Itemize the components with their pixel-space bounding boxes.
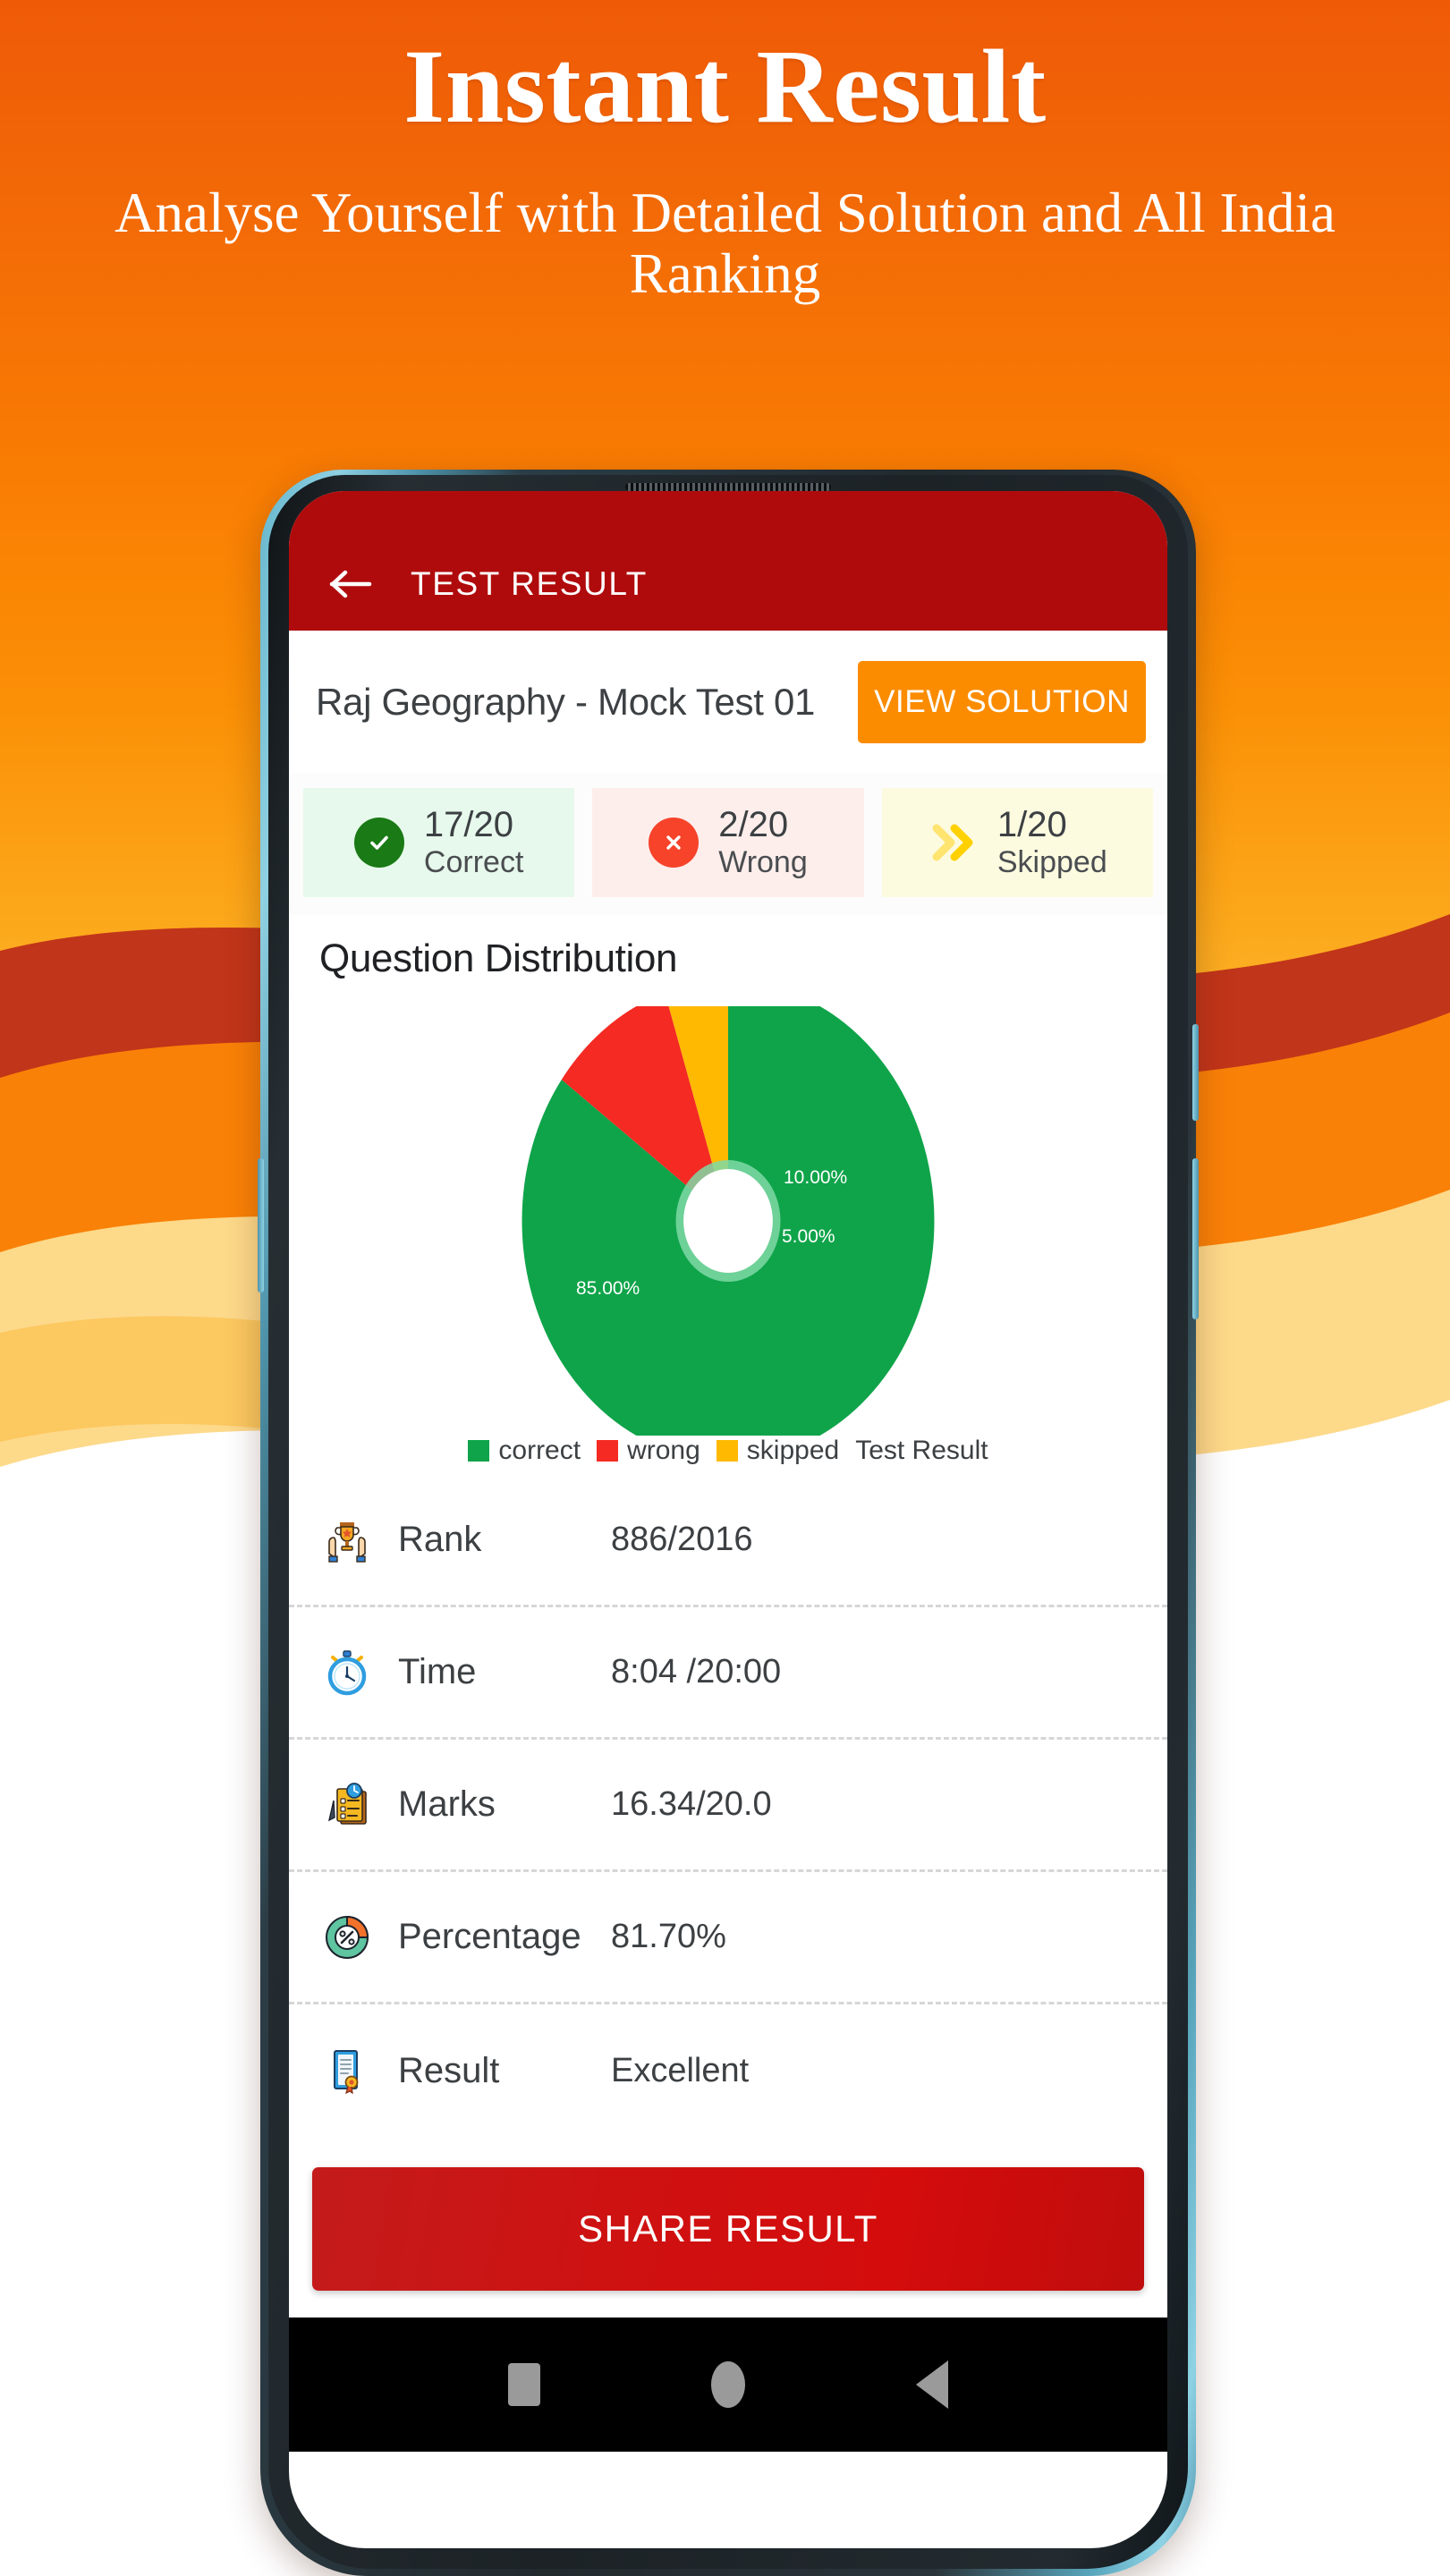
stat-count: 2/20 bbox=[718, 805, 789, 845]
square-icon[interactable] bbox=[508, 2363, 541, 2406]
back-arrow-icon[interactable] bbox=[326, 559, 377, 609]
phone-mockup: TEST RESULT Raj Geography - Mock Test 01… bbox=[258, 470, 1199, 2576]
clipboard-timer-icon bbox=[319, 1777, 375, 1833]
legend-label: wrong bbox=[627, 1436, 700, 1465]
question-distribution-section: Question Distribution 10.00% 5.00% 85.00… bbox=[289, 915, 1167, 1475]
legend-label: correct bbox=[498, 1436, 581, 1465]
stat-row-value: 16.34/20.0 bbox=[611, 1785, 772, 1823]
donut-label-wrong: 10.00% bbox=[784, 1167, 847, 1188]
app-bar: TEST RESULT bbox=[289, 491, 1167, 631]
stat-count: 17/20 bbox=[423, 805, 514, 845]
stat-card-wrong[interactable]: 2/20 Wrong bbox=[592, 788, 864, 897]
table-row: Marks 16.34/20.0 bbox=[289, 1740, 1167, 1872]
table-row: Rank 886/2016 bbox=[289, 1475, 1167, 1607]
stat-row-value: 8:04 /20:00 bbox=[611, 1653, 782, 1690]
donut-label-correct: 85.00% bbox=[576, 1278, 640, 1299]
legend-item-correct[interactable]: correct bbox=[468, 1436, 581, 1466]
stat-card-skipped[interactable]: 1/20 Skipped bbox=[881, 788, 1153, 897]
trophy-hands-icon bbox=[319, 1513, 375, 1568]
test-header-row: Raj Geography - Mock Test 01 VIEW SOLUTI… bbox=[289, 631, 1167, 774]
certificate-icon bbox=[319, 2043, 375, 2098]
power-button[interactable] bbox=[1192, 1158, 1199, 1319]
stat-count: 1/20 bbox=[996, 805, 1067, 845]
circle-icon[interactable] bbox=[710, 2361, 745, 2408]
check-circle-icon bbox=[353, 818, 404, 868]
legend-item-skipped[interactable]: skipped bbox=[716, 1436, 840, 1466]
question-distribution-title: Question Distribution bbox=[319, 936, 678, 980]
double-chevron-right-icon bbox=[928, 818, 978, 868]
promo-title: Instant Result bbox=[403, 28, 1047, 145]
legend-swatch-correct bbox=[468, 1440, 490, 1462]
stat-row-label: Time bbox=[398, 1652, 477, 1692]
legend-series-name: Test Result bbox=[855, 1436, 988, 1465]
chart-legend: correct wrong skipped Test Result bbox=[289, 1436, 1167, 1475]
stat-row-value: 81.70% bbox=[611, 1918, 726, 1955]
stat-label: Correct bbox=[423, 845, 524, 880]
stat-row-label: Rank bbox=[398, 1520, 482, 1560]
triangle-left-icon[interactable] bbox=[915, 2360, 948, 2409]
stat-label: Wrong bbox=[718, 845, 808, 880]
table-row: Time 8:04 /20:00 bbox=[289, 1607, 1167, 1740]
percent-donut-icon bbox=[319, 1910, 375, 1965]
promo-subtitle: Analyse Yourself with Detailed Solution … bbox=[114, 182, 1336, 306]
side-button-left[interactable] bbox=[258, 1158, 264, 1292]
phone-screen: TEST RESULT Raj Geography - Mock Test 01… bbox=[289, 491, 1167, 2548]
share-button-container: SHARE RESULT bbox=[289, 2137, 1167, 2318]
stat-row-value: Excellent bbox=[611, 2051, 750, 2089]
result-stats-table: Rank 886/2016 Time 8:04 /20:00 Marks 16.… bbox=[289, 1475, 1167, 2137]
stat-card-correct[interactable]: 17/20 Correct bbox=[303, 788, 575, 897]
volume-button[interactable] bbox=[1192, 1024, 1199, 1121]
table-row: Result Excellent bbox=[289, 2004, 1167, 2137]
android-navigation-bar bbox=[289, 2318, 1167, 2452]
legend-item-wrong[interactable]: wrong bbox=[597, 1436, 700, 1466]
share-result-button[interactable]: SHARE RESULT bbox=[312, 2167, 1144, 2291]
stat-row-label: Percentage bbox=[398, 1917, 581, 1957]
table-row: Percentage 81.70% bbox=[289, 1872, 1167, 2004]
stat-row-label: Marks bbox=[398, 1784, 496, 1825]
arrow-left-glyph bbox=[329, 570, 372, 598]
legend-swatch-skipped bbox=[716, 1440, 738, 1462]
stat-label: Skipped bbox=[996, 845, 1107, 880]
stat-cards-row: 17/20 Correct 2/20 Wrong 1/20 Skipped bbox=[289, 774, 1167, 915]
test-name: Raj Geography - Mock Test 01 bbox=[316, 681, 816, 723]
app-bar-title: TEST RESULT bbox=[411, 565, 649, 602]
donut-chart: 10.00% 5.00% 85.00% bbox=[289, 981, 1167, 1461]
donut-label-skipped: 5.00% bbox=[782, 1226, 835, 1247]
donut-chart-svg: 10.00% 5.00% 85.00% bbox=[521, 981, 935, 1461]
stopwatch-icon bbox=[319, 1645, 375, 1700]
x-circle-icon bbox=[649, 818, 700, 868]
stat-row-value: 886/2016 bbox=[611, 1521, 753, 1558]
earpiece-speaker-icon bbox=[625, 483, 831, 491]
promo-text-block: Instant Result Analyse Yourself with Det… bbox=[0, 0, 1450, 306]
view-solution-button[interactable]: VIEW SOLUTION bbox=[858, 661, 1146, 743]
stat-row-label: Result bbox=[398, 2050, 500, 2090]
legend-swatch-wrong bbox=[597, 1440, 619, 1462]
legend-label: skipped bbox=[746, 1436, 840, 1465]
